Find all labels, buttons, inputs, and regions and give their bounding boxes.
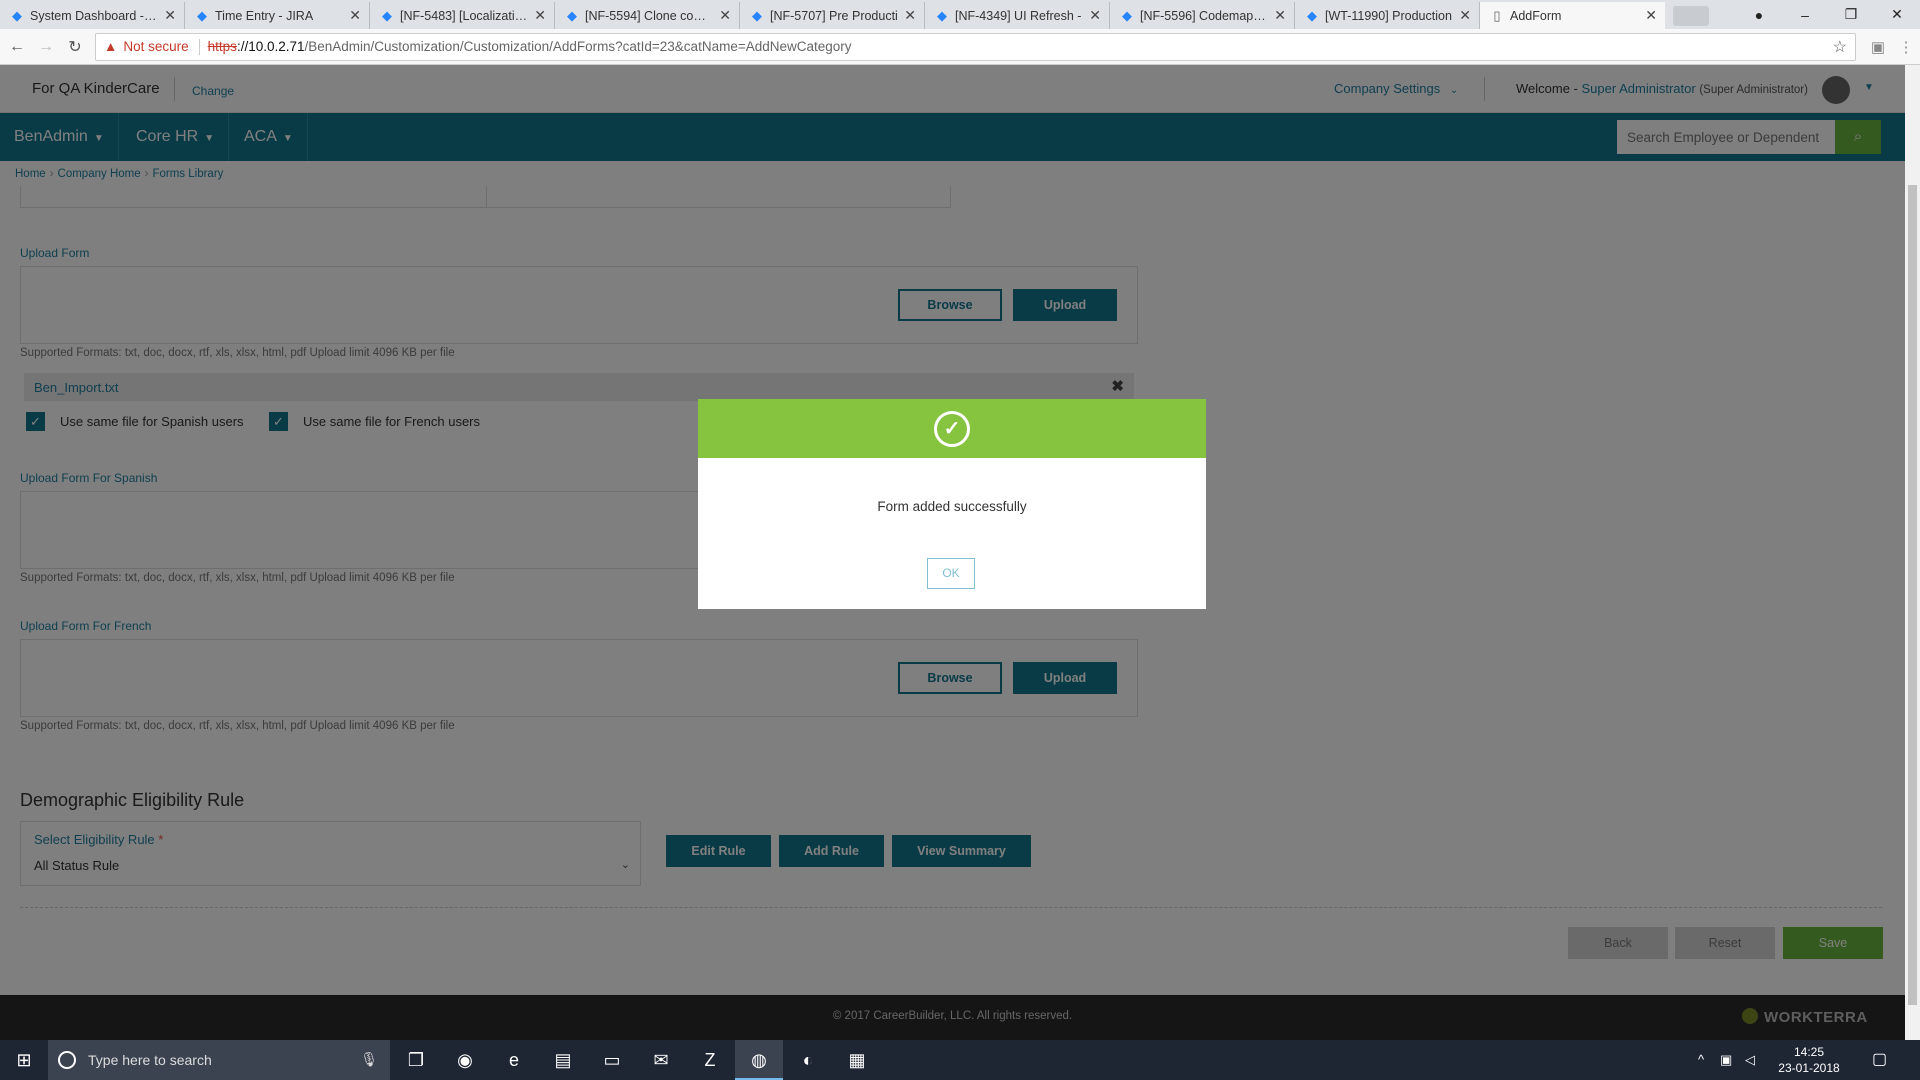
mail-icon[interactable]: ✉ <box>637 1040 685 1080</box>
z-app-icon[interactable]: Z <box>686 1040 734 1080</box>
close-icon[interactable]: ✕ <box>719 7 731 24</box>
profile-icon[interactable]: ● <box>1736 7 1782 23</box>
browser-tabbar: ◆System Dashboard - JIRA✕ ◆Time Entry - … <box>0 0 1920 29</box>
divider <box>198 38 200 55</box>
new-tab-button[interactable] <box>1673 6 1709 26</box>
volume-icon[interactable]: ◁ <box>1745 1052 1755 1068</box>
url-host: ://10.0.2.71 <box>236 39 305 54</box>
close-icon[interactable]: ✕ <box>534 7 546 24</box>
browser-tab-active[interactable]: ▯ AddForm ✕ <box>1480 2 1665 29</box>
minimize-icon[interactable]: – <box>1782 7 1828 23</box>
jira-icon: ◆ <box>567 8 577 23</box>
reload-icon[interactable]: ↻ <box>63 37 87 57</box>
back-arrow-icon[interactable]: ← <box>5 38 29 56</box>
taskbar-search[interactable]: Type here to search 🎙 <box>48 1040 390 1080</box>
chrome-icon[interactable]: ◍ <box>735 1040 783 1080</box>
browser-tab[interactable]: ◆ [NF-5483] [Localization ✕ <box>370 2 555 29</box>
url-scheme: https <box>207 39 237 54</box>
jira-icon: ◆ <box>1307 8 1317 23</box>
window-controls: ● – ❐ ✕ <box>1736 0 1920 29</box>
close-icon[interactable]: ✕ <box>1645 7 1657 24</box>
success-dialog: ✓ Form added successfully OK <box>698 399 1206 609</box>
page: For QA KinderCare Change Company Setting… <box>0 65 1905 1065</box>
bookmark-star-icon[interactable]: ☆ <box>1833 37 1847 57</box>
close-icon[interactable]: ✕ <box>1459 7 1471 24</box>
dialog-message: Form added successfully <box>877 499 1027 514</box>
forward-arrow-icon[interactable]: → <box>34 38 58 56</box>
scrollbar-thumb[interactable] <box>1908 185 1917 1005</box>
system-clock[interactable]: 14:25 23-01-2018 <box>1774 1044 1844 1076</box>
close-icon[interactable]: ✕ <box>349 7 361 24</box>
browser-toolbar: ← → ↻ ▲ Not secure https://10.0.2.71/Ben… <box>0 29 1920 65</box>
extension-icon[interactable]: ▣ <box>1864 38 1892 56</box>
jira-icon: ◆ <box>1122 8 1132 23</box>
store-icon[interactable]: ▤ <box>539 1040 587 1080</box>
close-icon[interactable]: ✕ <box>1089 7 1101 24</box>
task-view-icon[interactable]: ❐ <box>392 1040 440 1080</box>
close-icon[interactable]: ✕ <box>1274 7 1286 24</box>
close-icon[interactable]: ✕ <box>904 7 916 24</box>
browser-tab[interactable]: ◆System Dashboard - JIRA✕ <box>0 2 185 29</box>
edge-icon[interactable]: e <box>490 1040 538 1080</box>
windows-start-icon[interactable]: ⊞ <box>0 1040 48 1080</box>
app-icon[interactable]: ◉ <box>441 1040 489 1080</box>
firefox-icon[interactable]: ◐ <box>784 1040 832 1080</box>
clock-date: 23-01-2018 <box>1778 1061 1840 1075</box>
file-explorer-icon[interactable]: ▭ <box>588 1040 636 1080</box>
warning-icon: ▲ <box>104 39 118 54</box>
calculator-icon[interactable]: ▦ <box>833 1040 881 1080</box>
taskbar: ⊞ Type here to search 🎙 ❐ ◉ e ▤ ▭ ✉ Z ◍ … <box>0 1040 1920 1080</box>
browser-tab[interactable]: ◆ Time Entry - JIRA ✕ <box>185 2 370 29</box>
close-icon[interactable]: ✕ <box>164 7 176 24</box>
url-path: /BenAdmin/Customization/Customization/Ad… <box>304 39 852 54</box>
browser-tab[interactable]: ◆ [NF-4349] UI Refresh - ✕ <box>925 2 1110 29</box>
jira-icon: ◆ <box>937 8 947 23</box>
network-icon[interactable]: ▣ <box>1720 1052 1732 1068</box>
clock-time: 14:25 <box>1793 1045 1825 1059</box>
jira-icon: ◆ <box>752 8 762 23</box>
browser-tab[interactable]: ◆ [NF-5596] Codemap | C ✕ <box>1110 2 1295 29</box>
notification-icon[interactable]: ▢ <box>1872 1049 1887 1069</box>
address-bar[interactable]: ▲ Not secure https://10.0.2.71/BenAdmin/… <box>95 32 1856 61</box>
taskbar-search-placeholder: Type here to search <box>88 1052 212 1068</box>
browser-tab[interactable]: ◆ [NF-5707] Pre Producti ✕ <box>740 2 925 29</box>
browser-tab[interactable]: ◆ [NF-5594] Clone comar ✕ <box>555 2 740 29</box>
ok-button[interactable]: OK <box>927 558 975 589</box>
scrollbar[interactable] <box>1905 65 1920 1040</box>
show-hidden-icons-icon[interactable]: ^ <box>1698 1052 1704 1067</box>
cortana-icon <box>58 1051 76 1069</box>
jira-icon: ◆ <box>12 8 22 23</box>
browser-tab[interactable]: ◆ [WT-11990] Production ✕ <box>1295 2 1480 29</box>
microphone-icon[interactable]: 🎙 <box>360 1051 378 1068</box>
check-circle-icon: ✓ <box>934 411 970 447</box>
restore-icon[interactable]: ❐ <box>1828 6 1874 23</box>
jira-icon: ◆ <box>197 8 207 23</box>
menu-icon[interactable]: ⋮ <box>1892 38 1920 56</box>
window-close-icon[interactable]: ✕ <box>1874 6 1920 23</box>
page-icon: ▯ <box>1493 8 1501 23</box>
dialog-header: ✓ <box>698 399 1206 458</box>
not-secure-label: Not secure <box>123 39 189 54</box>
jira-icon: ◆ <box>382 8 392 23</box>
